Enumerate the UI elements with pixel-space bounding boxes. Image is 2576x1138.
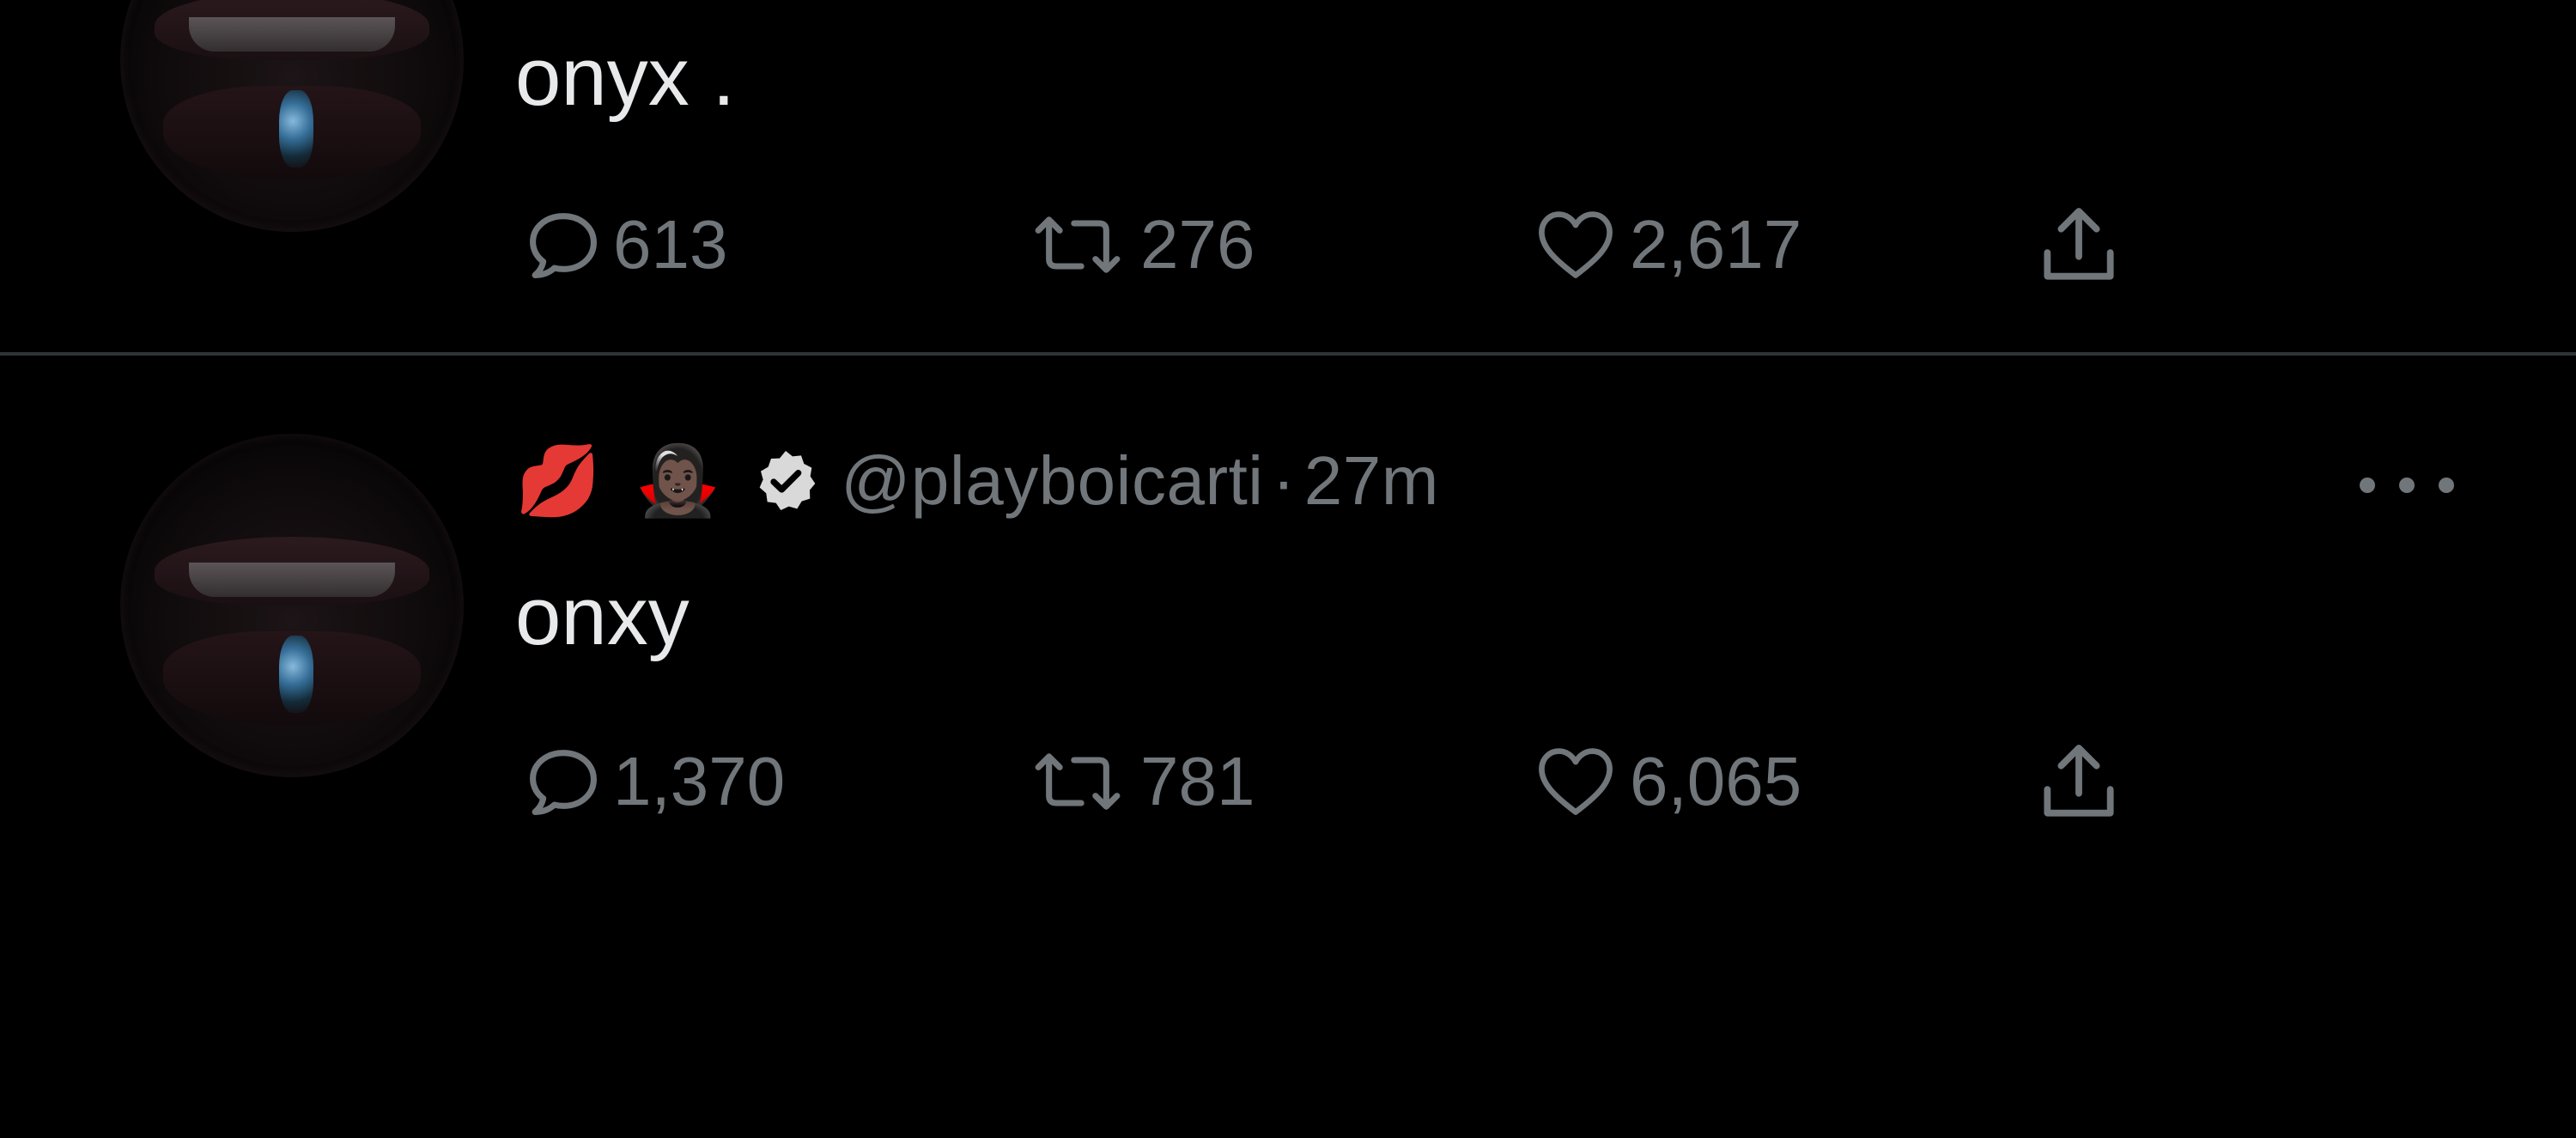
verified-badge-icon <box>759 451 816 510</box>
tweet-header: 💋 🧛🏿‍♀️ @playboicarti · 27m <box>515 434 1439 528</box>
tweet-divider <box>0 352 2576 356</box>
tweet-1[interactable]: onyx . 613 276 2,617 <box>0 0 2576 352</box>
tweet-text: onyx . <box>515 31 736 123</box>
share-icon <box>2044 208 2114 280</box>
reply-button[interactable]: 613 <box>520 198 727 292</box>
share-icon <box>2044 745 2114 817</box>
avatar-gem <box>279 90 313 167</box>
more-options-icon[interactable] <box>2360 468 2454 502</box>
tweet-actions: 613 276 2,617 <box>0 198 2576 292</box>
like-button[interactable]: 6,065 <box>1528 734 1801 829</box>
retweet-button[interactable]: 781 <box>1022 734 1255 829</box>
retweet-button[interactable]: 276 <box>1022 198 1255 292</box>
reply-icon <box>530 750 597 815</box>
like-count: 2,617 <box>1630 206 1802 283</box>
like-count: 6,065 <box>1630 743 1802 819</box>
separator-dot: · <box>1272 442 1296 519</box>
heart-icon <box>1539 211 1613 278</box>
avatar-teeth <box>189 563 395 597</box>
more-dot <box>2360 478 2375 493</box>
timestamp[interactable]: 27m <box>1304 441 1439 520</box>
like-button[interactable]: 2,617 <box>1528 198 1801 292</box>
share-button[interactable] <box>2032 198 2126 292</box>
avatar-teeth <box>189 17 395 52</box>
reply-icon <box>530 213 597 278</box>
heart-icon <box>1539 748 1613 815</box>
more-dot <box>2439 478 2454 493</box>
share-button[interactable] <box>2032 734 2126 829</box>
more-dot <box>2399 478 2415 493</box>
vampire-emoji: 🧛🏿‍♀️ <box>635 441 721 520</box>
avatar[interactable] <box>120 434 464 777</box>
tweet-2-actions: 1,370 781 6,065 <box>0 734 2576 829</box>
reply-count: 1,370 <box>613 743 786 819</box>
kiss-emoji: 💋 <box>515 441 601 520</box>
tweet-actions <box>0 1044 2576 1138</box>
user-handle[interactable]: @playboicarti <box>841 441 1263 520</box>
retweet-icon <box>1035 753 1121 810</box>
retweet-count: 276 <box>1140 206 1255 283</box>
avatar-gem <box>279 636 313 713</box>
reply-button[interactable]: 1,370 <box>520 734 785 829</box>
retweet-count: 781 <box>1140 743 1255 819</box>
tweet-text: onxy <box>515 570 690 662</box>
retweet-icon <box>1035 216 1121 273</box>
reply-count: 613 <box>613 206 728 283</box>
